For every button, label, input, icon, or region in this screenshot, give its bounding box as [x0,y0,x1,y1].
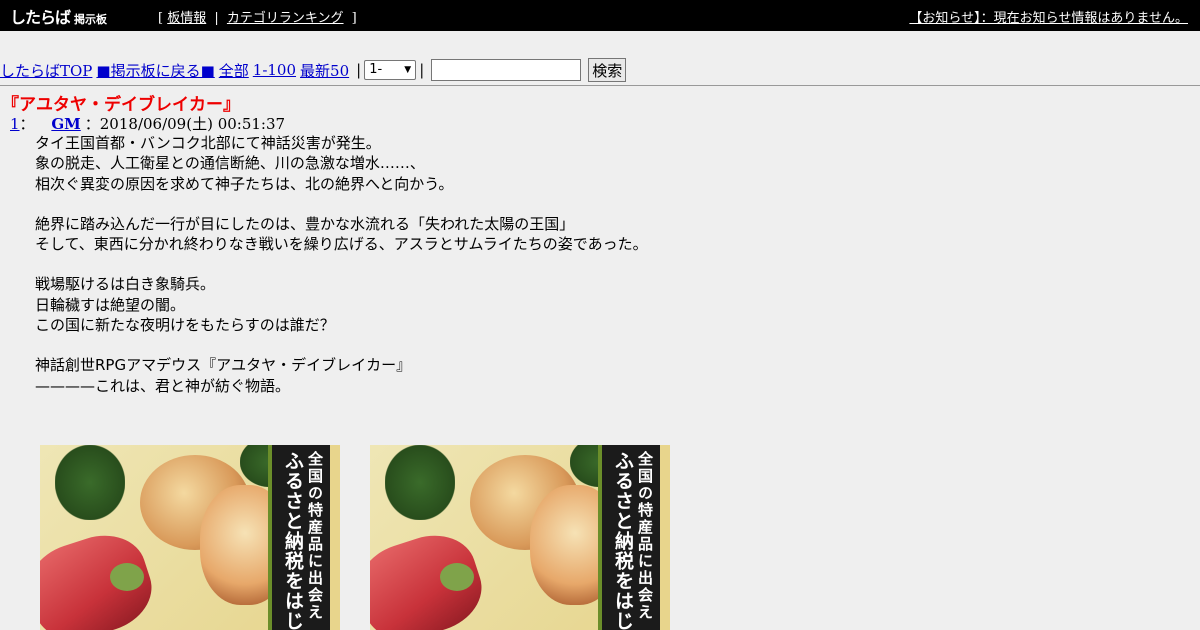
top-bar: したらば 掲示板 [ 板情報 | カテゴリランキング ] 【お知らせ】：現在お知ら… [0,0,1200,31]
bracket-close: ] [351,11,357,26]
search-button[interactable]: 検索 [588,58,627,82]
all-posts-link[interactable]: 全部 [219,60,249,81]
ad-text-line2: ふるさと納税をはじ [612,451,634,630]
logo-main: したらば [10,8,71,27]
category-ranking-link[interactable]: カテゴリランキング [227,11,344,26]
post-number-suffix: ： [19,115,35,133]
ad-text-line2: ふるさと納税をはじ [282,451,304,630]
leaf-decoration [55,445,125,520]
post-line: そして、東西に分かれ終わりなき戦いを繰り広げる、アスラとサムライたちの姿であった… [35,235,648,254]
link-separator: | [214,11,219,26]
site-logo[interactable]: したらば 掲示板 [10,4,108,27]
post-line: この国に新たな夜明けをもたらすのは誰だ？ [35,316,335,335]
pipe-separator: | [419,61,425,79]
wasabi-image [440,563,474,591]
ad-text-line1: 全国の特産品に出会え [636,451,654,621]
wasabi-image [110,563,144,591]
range-link[interactable]: 1-100 [253,61,296,79]
ad-banner[interactable]: 全国の特産品に出会え ふるさと納税をはじ [370,445,670,630]
ad-text-line1: 全国の特産品に出会え [306,451,324,621]
post-line: タイ王国首都・バンコク北部にて神話災害が発生。 [35,134,381,152]
post-header: 1： GM ：2018/06/09(土) 00:51:37 [10,113,285,134]
leaf-decoration [385,445,455,520]
post-line: 相次ぐ異変の原因を求めて神子たちは、北の絶界へと向かう。 [35,174,454,193]
post-line: 戦場駆けるは白き象騎兵。 [35,275,216,294]
divider [0,85,1200,86]
post-author-link[interactable]: GM [51,115,80,133]
post-body: タイ王国首都・バンコク北部にて神話災害が発生。 象の脱走、人工衛星との通信断絶、… [35,133,648,416]
chevron-down-icon: ▼ [404,65,412,75]
board-info-link[interactable]: 板情報 [167,11,206,26]
logo-sub: 掲示板 [74,13,108,26]
post-line: 絶界に踏み込んだ一行が目にしたのは、豊かな水流れる「失われた太陽の王国」 [35,214,575,233]
range-select-value: 1- [369,62,383,77]
post-number-link[interactable]: 1 [10,115,20,133]
post-line: 象の脱走、人工衛星との通信断絶、川の急激な増水……、 [35,154,425,173]
ad-text-panel: 全国の特産品に出会え ふるさと納税をはじ [598,445,660,630]
latest-50-link[interactable]: 最新50 [300,60,349,81]
post-paragraph: 戦場駆けるは白き象騎兵。 日輪穢すは絶望の闇。 この国に新たな夜明けをもたらすの… [35,274,648,335]
top-links: [ 板情報 | カテゴリランキング ] [158,7,361,26]
notice: 【お知らせ】：現在お知らせ情報はありません。 [909,7,1188,26]
thread-title: 『アユタヤ・デイブレイカー』 [2,95,240,115]
search-input[interactable] [431,59,582,81]
post-line: 日輪穢すは絶望の闇。 [35,295,186,314]
post-line: ————これは、君と神が紡ぐ物語。 [35,376,291,395]
ad-edge [660,445,670,630]
pipe-separator: | [356,61,362,79]
bracket-open: [ [158,11,164,26]
post-line: 神話創世RPGアマデウス『アユタヤ・デイブレイカー』 [35,356,412,375]
post-paragraph: 神話創世RPGアマデウス『アユタヤ・デイブレイカー』 ————これは、君と神が紡… [35,355,648,396]
post-datetime: ：2018/06/09(土) 00:51:37 [84,115,286,133]
top-link[interactable]: したらばTOP [0,60,92,81]
ad-text-panel: 全国の特産品に出会え ふるさと納税をはじ [268,445,330,630]
post-paragraph: タイ王国首都・バンコク北部にて神話災害が発生。 象の脱走、人工衛星との通信断絶、… [35,133,648,194]
thread-nav: したらばTOP ■掲示板に戻る■ 全部 1-100 最新50 | 1- ▼ | … [0,57,627,83]
notice-link[interactable]: 【お知らせ】：現在お知らせ情報はありません。 [909,11,1188,26]
post-paragraph: 絶界に踏み込んだ一行が目にしたのは、豊かな水流れる「失われた太陽の王国」 そして… [35,214,648,255]
ad-edge [330,445,340,630]
range-select[interactable]: 1- ▼ [364,60,417,80]
back-to-board-link[interactable]: ■掲示板に戻る■ [96,60,214,81]
ad-banner[interactable]: 全国の特産品に出会え ふるさと納税をはじ [40,445,340,630]
